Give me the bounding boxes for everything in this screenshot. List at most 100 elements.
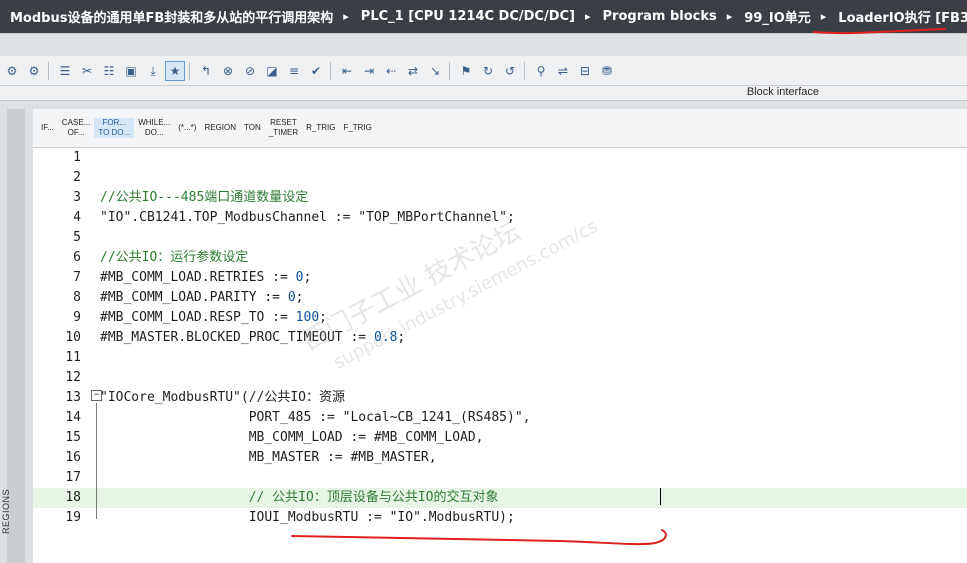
snippet-button[interactable]: FOR... TO DO... xyxy=(94,118,135,138)
replace-icon[interactable]: ⇌ xyxy=(554,62,572,80)
snippet-label: R_TRIG xyxy=(306,123,336,132)
step-icon[interactable]: ⊘ xyxy=(241,62,259,80)
code-line[interactable]: 19 IOUI_ModbusRTU := "IO".ModbusRTU); xyxy=(33,508,967,528)
breadcrumb-program-blocks[interactable]: Program blocks xyxy=(593,9,721,24)
code-line[interactable]: 12 xyxy=(33,368,967,388)
list-icon[interactable]: ☷ xyxy=(100,62,118,80)
title-strip xyxy=(0,33,967,56)
block-interface-label[interactable]: Block interface xyxy=(747,86,819,98)
breadcrumb: Modbus设备的通用单FB封装和多从站的平行调用架构 ▸ PLC_1 [CPU… xyxy=(0,0,967,33)
code-line[interactable]: 3 //公共IO---485端口通道数量设定 xyxy=(33,188,967,208)
outdent-icon[interactable]: ⇠ xyxy=(382,62,400,80)
snippet-button[interactable]: IF... xyxy=(37,123,58,133)
fold-guide xyxy=(96,403,97,519)
breadcrumb-plc[interactable]: PLC_1 [CPU 1214C DC/DC/DC] xyxy=(351,9,579,24)
compare-icon[interactable]: ⊟ xyxy=(576,62,594,80)
code-line[interactable]: 2 xyxy=(33,168,967,188)
line-number: 19 xyxy=(65,510,81,525)
line-number: 17 xyxy=(65,470,81,485)
monitor-icon[interactable]: ▣ xyxy=(122,62,140,80)
code-line[interactable]: 1 xyxy=(33,148,967,168)
snippet-button[interactable]: CASE... OF... xyxy=(58,118,94,138)
code-text: //公共IO：运行参数设定 xyxy=(100,250,249,265)
line-number: 2 xyxy=(73,170,81,185)
line-number: 8 xyxy=(73,290,81,305)
breadcrumb-project[interactable]: Modbus设备的通用单FB封装和多从站的平行调用架构 xyxy=(0,7,337,26)
compile-all-icon[interactable]: ⚙ xyxy=(25,62,43,80)
xref-icon[interactable]: ↘ xyxy=(426,62,444,80)
watch-icon[interactable]: ◪ xyxy=(263,62,281,80)
comment-icon[interactable]: ⇤ xyxy=(338,62,356,80)
line-number: 14 xyxy=(65,410,81,425)
snippet-label: FOR... xyxy=(102,118,127,127)
insert-network-icon[interactable]: ☰ xyxy=(56,62,74,80)
find-icon[interactable]: ⚲ xyxy=(532,62,550,80)
snippet-button[interactable]: WHILE... DO... xyxy=(134,118,174,138)
code-text: // 公共IO：顶层设备与公共IO的交互对象 xyxy=(100,490,499,505)
code-line[interactable]: 15 MB_COMM_LOAD := #MB_COMM_LOAD, xyxy=(33,428,967,448)
stop-icon[interactable]: ⊗ xyxy=(219,62,237,80)
breadcrumb-separator-icon: ▸ xyxy=(343,10,349,23)
code-text: IOUI_ModbusRTU := "IO".ModbusRTU); xyxy=(100,510,515,525)
snippet-label: F_TRIG xyxy=(343,123,372,132)
snippet-button[interactable]: REGION xyxy=(200,123,240,133)
snippet-label: IF... xyxy=(41,123,54,132)
settings-icon[interactable]: ⛃ xyxy=(598,62,616,80)
breadcrumb-block[interactable]: LoaderIO执行 [FB3] xyxy=(828,7,967,26)
code-line[interactable]: 16 MB_MASTER := #MB_MASTER, xyxy=(33,448,967,468)
snippet-button[interactable]: (*...*) xyxy=(174,123,200,133)
code-text: "IO".CB1241.TOP_ModbusChannel := "TOP_MB… xyxy=(100,210,515,225)
next-bookmark-icon[interactable]: ↻ xyxy=(479,62,497,80)
breadcrumb-separator-icon: ▸ xyxy=(585,10,591,23)
collapse-icon[interactable]: − xyxy=(91,390,102,401)
code-line[interactable]: 13 "IOCore_ModbusRTU"(//公共IO：资源 xyxy=(33,388,967,408)
line-number: 10 xyxy=(65,330,81,345)
favorites-icon[interactable]: ★ xyxy=(165,60,185,81)
snippet-button[interactable]: R_TRIG xyxy=(302,123,339,133)
align-icon[interactable]: ⇄ xyxy=(404,62,422,80)
breadcrumb-folder[interactable]: 99_IO单元 xyxy=(734,7,814,26)
toolbar-separator xyxy=(524,61,525,80)
code-line[interactable]: 14 PORT_485 := "Local~CB_1241_(RS485)", xyxy=(33,408,967,428)
snippet-label: TON xyxy=(244,123,261,132)
text-caret xyxy=(660,488,661,505)
breakpoint-icon[interactable]: ≡ xyxy=(285,62,303,80)
line-number: 12 xyxy=(65,370,81,385)
line-number: 5 xyxy=(73,230,81,245)
regions-label[interactable]: REGIONS xyxy=(1,489,11,534)
line-number: 9 xyxy=(73,310,81,325)
code-line[interactable]: 10 #MB_MASTER.BLOCKED_PROC_TIMEOUT := 0.8… xyxy=(33,328,967,348)
snippet-button[interactable]: TON xyxy=(240,123,265,133)
code-line[interactable]: 11 xyxy=(33,348,967,368)
compile-icon[interactable]: ⚙ xyxy=(3,62,21,80)
code-text: #MB_COMM_LOAD.PARITY := 0; xyxy=(100,290,304,305)
code-editor[interactable]: 1 2 3//公共IO---485端口通道数量设定 4 "IO".CB1241.TOP_… xyxy=(33,148,967,563)
line-number: 18 xyxy=(65,490,81,505)
code-line[interactable]: 8 #MB_COMM_LOAD.PARITY := 0; xyxy=(33,288,967,308)
line-number: 3 xyxy=(73,190,81,205)
code-line[interactable]: 9 #MB_COMM_LOAD.RESP_TO := 100; xyxy=(33,308,967,328)
line-number: 13 xyxy=(65,390,81,405)
editor-toolbar: ⚙ ⚙ ☰ ✂ ☷ ▣ ⤓ ★ ↰ ⊗ ⊘ ◪ ≡ ✔ ⇤ ⇥ ⇠ ⇄ ↘ ⚑ ↻ ↺ ⚲ ⇌ ⊟ ⛃ xyxy=(0,56,967,86)
download-icon[interactable]: ⤓ xyxy=(144,62,162,80)
bookmark-icon[interactable]: ⚑ xyxy=(457,62,475,80)
prev-bookmark-icon[interactable]: ↺ xyxy=(501,62,519,80)
indent-icon[interactable]: ⇥ xyxy=(360,62,378,80)
line-number: 11 xyxy=(65,350,81,365)
snippet-list: IF... CASE... OF... FOR... TO DO... WHILE... D… xyxy=(33,109,967,147)
code-text: #MB_COMM_LOAD.RETRIES := 0; xyxy=(100,270,312,285)
snippet-button[interactable]: F_TRIG xyxy=(339,123,375,133)
code-text: MB_MASTER := #MB_MASTER, xyxy=(100,450,437,465)
snippet-sublabel: TO DO... xyxy=(98,128,131,137)
line-number: 6 xyxy=(73,250,81,265)
snippet-label: WHILE... xyxy=(138,118,171,127)
code-line[interactable]: 17 xyxy=(33,468,967,488)
block-interface-bar[interactable]: Block interface xyxy=(0,86,967,100)
snippet-sublabel: DO... xyxy=(144,128,164,137)
check-icon[interactable]: ✔ xyxy=(307,62,325,80)
code-line[interactable]: 18 // 公共IO：顶层设备与公共IO的交互对象 xyxy=(33,488,967,508)
snippet-button[interactable]: RESET _TIMER xyxy=(265,118,302,138)
goto-icon[interactable]: ↰ xyxy=(197,62,215,80)
block-interface-splitter[interactable] xyxy=(0,100,967,109)
delete-icon[interactable]: ✂ xyxy=(78,62,96,80)
